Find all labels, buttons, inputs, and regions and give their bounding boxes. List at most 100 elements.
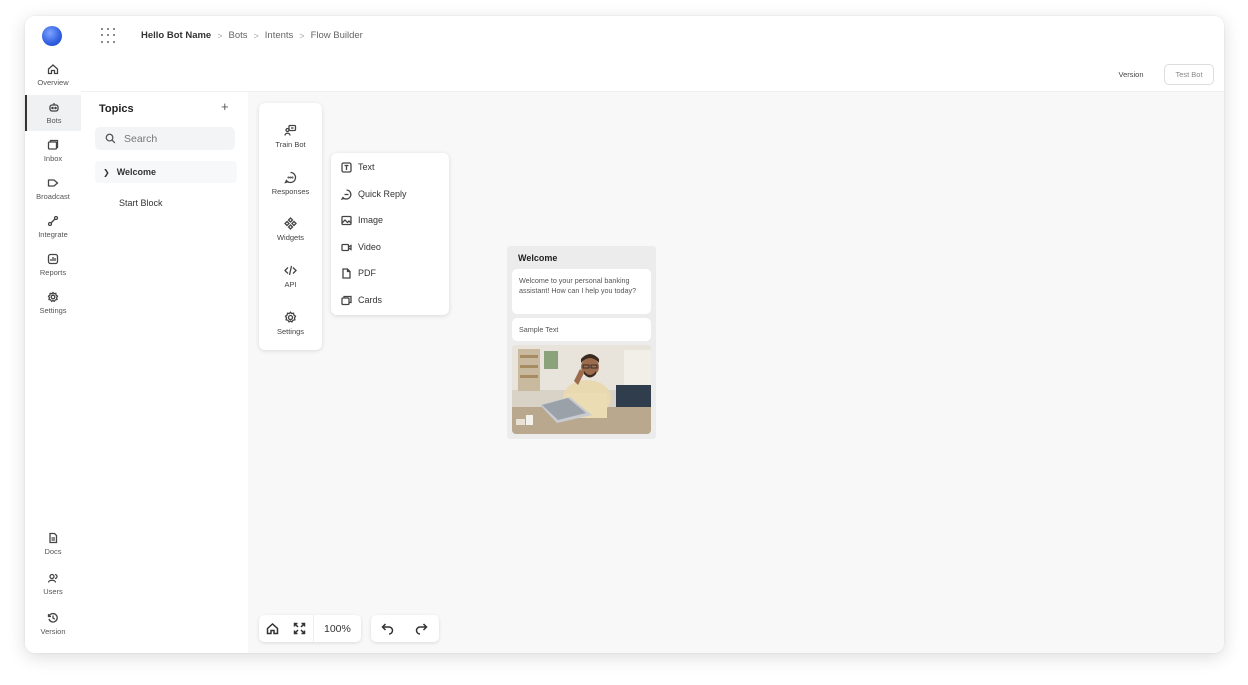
- response-item-image[interactable]: Image: [341, 211, 383, 229]
- home-icon: [266, 622, 279, 635]
- card-image[interactable]: [512, 345, 651, 434]
- broadcast-icon: [47, 179, 59, 187]
- topic-item-welcome[interactable]: ❯ Welcome: [95, 161, 237, 183]
- response-label: Cards: [358, 295, 383, 305]
- test-bot-button[interactable]: Test Bot: [1164, 64, 1214, 85]
- breadcrumb-separator: >: [299, 30, 305, 41]
- breadcrumb-separator: >: [253, 30, 259, 41]
- history-controls: [370, 615, 439, 642]
- response-label: Video: [358, 242, 381, 252]
- home-icon: [47, 64, 59, 75]
- topics-title: Topics: [99, 103, 134, 115]
- tool-train-bot[interactable]: Train Bot: [259, 116, 322, 156]
- bot-icon: [49, 103, 59, 112]
- version-button[interactable]: Version: [1112, 66, 1150, 83]
- nav-item-settings[interactable]: Settings: [25, 285, 81, 321]
- nav-rail: Overview Bots Inbox Broadcast Integrate …: [25, 16, 81, 653]
- chevron-down-icon[interactable]: ❯: [103, 168, 110, 177]
- tool-api[interactable]: API: [259, 256, 322, 296]
- nav-item-inbox[interactable]: Inbox: [25, 133, 81, 169]
- redo-icon: [416, 623, 428, 635]
- tool-label: Widgets: [276, 232, 305, 242]
- brand-logo[interactable]: [42, 26, 62, 46]
- chat-bubble-icon: [284, 171, 297, 184]
- breadcrumb-bot-name[interactable]: Hello Bot Name: [141, 30, 211, 41]
- tool-responses[interactable]: Responses: [259, 163, 322, 203]
- nav-label: Inbox: [43, 154, 63, 163]
- nav-label: Bots: [46, 116, 62, 125]
- tool-label: API: [284, 279, 297, 289]
- search-icon: [105, 133, 116, 144]
- response-item-pdf[interactable]: PDF: [341, 264, 376, 282]
- add-topic-button[interactable]: +: [221, 99, 229, 114]
- toolbox: Train Bot Responses Widgets API Settings: [259, 103, 322, 350]
- undo-icon: [381, 623, 394, 635]
- topics-panel: Topics + Search ❯ Welcome Start Block: [81, 92, 248, 653]
- nav-label: Settings: [39, 306, 67, 315]
- breadcrumb-separator: >: [217, 30, 223, 41]
- nav-label: Broadcast: [36, 192, 70, 201]
- breadcrumb-intents[interactable]: Intents: [265, 30, 294, 41]
- code-icon: [284, 265, 297, 275]
- nav-label: Docs: [44, 547, 62, 556]
- video-icon: [341, 243, 352, 251]
- history-icon: [47, 612, 58, 623]
- nav-item-reports[interactable]: Reports: [25, 247, 81, 283]
- response-label: PDF: [358, 268, 376, 278]
- nav-item-users[interactable]: Users: [25, 566, 81, 602]
- response-label: Quick Reply: [358, 189, 407, 199]
- breadcrumb-bots[interactable]: Bots: [228, 30, 247, 41]
- response-item-text[interactable]: Text: [341, 158, 375, 176]
- undo-button[interactable]: [371, 615, 405, 642]
- app-grid-icon[interactable]: [101, 28, 117, 44]
- integrate-icon: [47, 215, 59, 227]
- welcome-flow-card[interactable]: Welcome Welcome to your personal banking…: [507, 246, 656, 439]
- app-window: Overview Bots Inbox Broadcast Integrate …: [25, 16, 1224, 653]
- response-label: Text: [358, 162, 375, 172]
- nav-label: Overview: [37, 78, 69, 87]
- nav-item-bots[interactable]: Bots: [25, 95, 81, 131]
- tool-label: Responses: [271, 186, 310, 196]
- widgets-icon: [284, 216, 297, 230]
- card-sample-text[interactable]: Sample Text: [512, 318, 651, 341]
- reports-icon: [47, 253, 59, 265]
- tool-widgets[interactable]: Widgets: [259, 209, 322, 249]
- response-label: Image: [358, 215, 384, 225]
- tool-settings[interactable]: Settings: [259, 303, 322, 343]
- expand-icon: [293, 622, 306, 635]
- topic-label: Welcome: [116, 167, 157, 177]
- zoom-level[interactable]: 100%: [313, 615, 361, 642]
- nav-item-broadcast[interactable]: Broadcast: [25, 171, 81, 207]
- gear-icon: [284, 310, 297, 323]
- redo-button[interactable]: [405, 615, 439, 642]
- nav-item-overview[interactable]: Overview: [25, 57, 81, 93]
- nav-label: Reports: [39, 268, 67, 277]
- response-item-video[interactable]: Video: [341, 238, 381, 256]
- topic-child-start-block[interactable]: Start Block: [119, 198, 163, 208]
- view-controls: 100%: [259, 615, 361, 642]
- topic-search-input[interactable]: Search: [95, 127, 235, 150]
- response-item-cards[interactable]: Cards: [341, 291, 382, 309]
- home-view-button[interactable]: [259, 615, 286, 642]
- response-item-quick-reply[interactable]: Quick Reply: [341, 185, 407, 203]
- search-placeholder: Search: [124, 132, 158, 145]
- quick-reply-icon: [341, 188, 352, 200]
- image-icon: [341, 215, 352, 225]
- tool-label: Train Bot: [275, 139, 306, 149]
- nav-item-version[interactable]: Version: [25, 606, 81, 642]
- inbox-icon: [47, 139, 59, 150]
- breadcrumb-flow-builder: Flow Builder: [310, 30, 363, 41]
- card-message-bubble[interactable]: Welcome to your personal banking assista…: [512, 269, 651, 314]
- fit-view-button[interactable]: [286, 615, 313, 642]
- flow-canvas[interactable]: Train Bot Responses Widgets API Settings: [248, 92, 1224, 653]
- responses-menu: Text Quick Reply Image Video PDF Cards: [331, 153, 449, 315]
- document-icon: [49, 532, 58, 544]
- nav-item-integrate[interactable]: Integrate: [25, 209, 81, 245]
- text-icon: [341, 161, 352, 173]
- man-with-laptop-image: [512, 345, 651, 434]
- train-bot-icon: [284, 124, 297, 136]
- nav-label: Integrate: [38, 230, 68, 239]
- nav-item-docs[interactable]: Docs: [25, 526, 81, 562]
- breadcrumb: Hello Bot Name > Bots > Intents > Flow B…: [141, 30, 363, 41]
- cards-icon: [341, 295, 352, 305]
